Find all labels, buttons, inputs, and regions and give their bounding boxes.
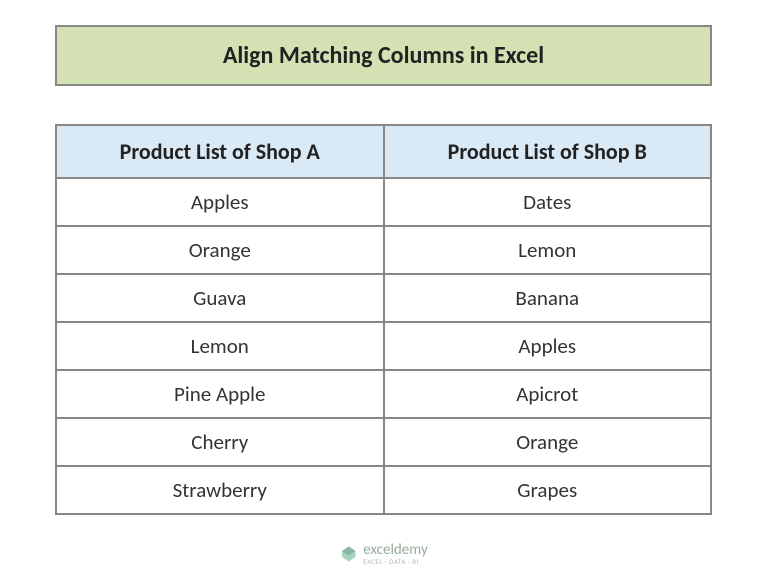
logo-icon — [339, 545, 357, 563]
header-shop-b: Product List of Shop B — [384, 125, 712, 178]
table-row: Strawberry Grapes — [56, 466, 711, 514]
table-row: Orange Lemon — [56, 226, 711, 274]
cell-shop-a: Guava — [56, 274, 384, 322]
table-row: Cherry Orange — [56, 418, 711, 466]
cell-shop-a: Apples — [56, 178, 384, 226]
product-table: Product List of Shop A Product List of S… — [55, 124, 712, 515]
watermark-brand: exceldemy — [363, 543, 427, 558]
cell-shop-a: Strawberry — [56, 466, 384, 514]
cell-shop-a: Orange — [56, 226, 384, 274]
cell-shop-b: Apicrot — [384, 370, 712, 418]
cell-shop-a: Lemon — [56, 322, 384, 370]
cell-shop-b: Apples — [384, 322, 712, 370]
table-header-row: Product List of Shop A Product List of S… — [56, 125, 711, 178]
cell-shop-a: Cherry — [56, 418, 384, 466]
cell-shop-a: Pine Apple — [56, 370, 384, 418]
cell-shop-b: Banana — [384, 274, 712, 322]
cell-shop-b: Lemon — [384, 226, 712, 274]
cell-shop-b: Orange — [384, 418, 712, 466]
watermark: exceldemy EXCEL · DATA · BI — [339, 543, 427, 565]
watermark-tagline: EXCEL · DATA · BI — [363, 558, 427, 565]
table-row: Lemon Apples — [56, 322, 711, 370]
table-row: Apples Dates — [56, 178, 711, 226]
table-row: Guava Banana — [56, 274, 711, 322]
cell-shop-b: Grapes — [384, 466, 712, 514]
watermark-text: exceldemy EXCEL · DATA · BI — [363, 543, 427, 565]
page-title: Align Matching Columns in Excel — [55, 25, 712, 86]
header-shop-a: Product List of Shop A — [56, 125, 384, 178]
cell-shop-b: Dates — [384, 178, 712, 226]
table-row: Pine Apple Apicrot — [56, 370, 711, 418]
